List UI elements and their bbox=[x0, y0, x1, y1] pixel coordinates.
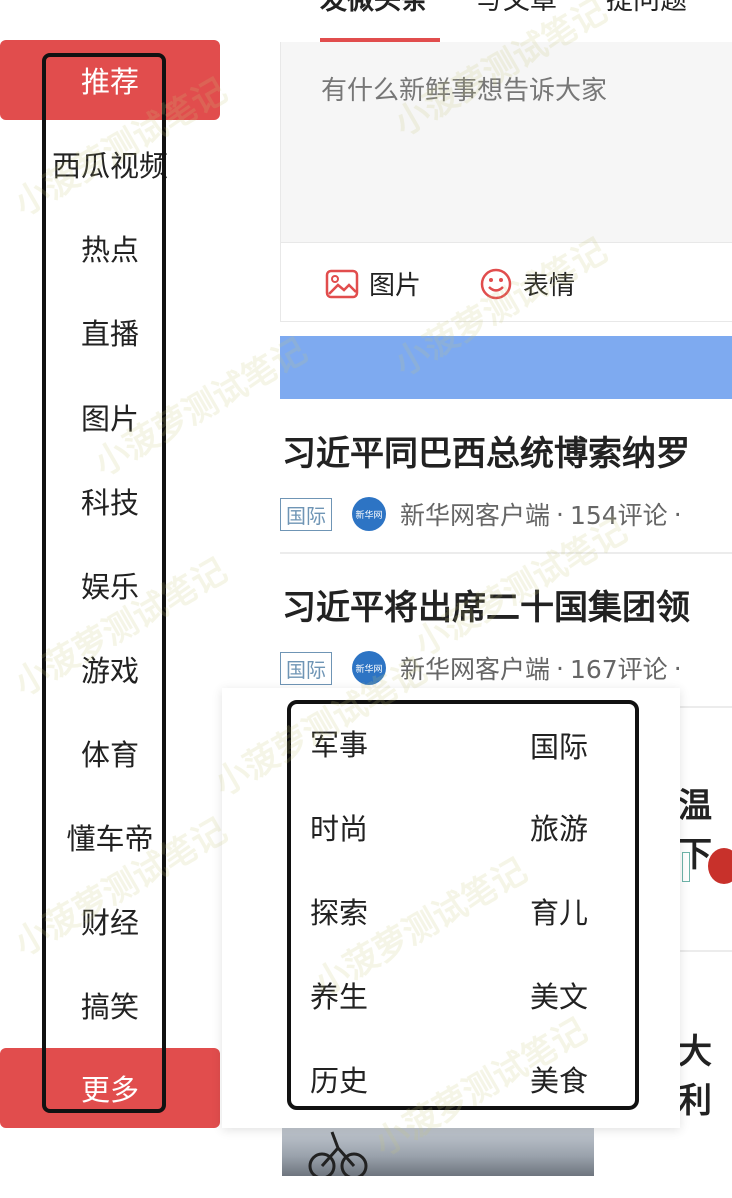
composer-toolbar: 图片 表情 bbox=[280, 242, 732, 322]
menu-highlight-box bbox=[287, 700, 639, 1110]
meta-dot: · bbox=[673, 499, 682, 529]
post-composer[interactable]: 有什么新鲜事想告诉大家 bbox=[280, 42, 732, 242]
divider bbox=[280, 552, 732, 554]
add-image-button[interactable]: 图片 bbox=[325, 265, 421, 302]
article-meta: 国际 新华网 新华网客户端 · 154评论 · bbox=[280, 496, 688, 532]
comment-count[interactable]: 154评论 bbox=[570, 496, 668, 532]
nav-highlight-box bbox=[42, 53, 166, 1113]
add-image-label: 图片 bbox=[369, 271, 422, 301]
banner-ad[interactable] bbox=[280, 336, 732, 399]
source-name[interactable]: 新华网客户端 bbox=[400, 496, 550, 532]
source-logo: 新华网 bbox=[352, 497, 386, 531]
category-tag-partial bbox=[682, 852, 690, 882]
tab-weitoutiao[interactable]: 发微头条 bbox=[320, 0, 428, 17]
emoji-icon bbox=[480, 268, 512, 299]
article-meta: 国际 新华网 新华网客户端 · 167评论 · bbox=[280, 650, 688, 686]
tab-write-article[interactable]: 写文章 bbox=[476, 0, 557, 17]
article-thumbnail[interactable] bbox=[282, 1126, 594, 1176]
composer-placeholder: 有什么新鲜事想告诉大家 bbox=[321, 76, 608, 106]
source-logo-partial bbox=[708, 848, 732, 884]
add-emoji-button[interactable]: 表情 bbox=[479, 265, 575, 302]
cyclist-image bbox=[308, 1131, 368, 1176]
source-name[interactable]: 新华网客户端 bbox=[400, 650, 550, 686]
tab-ask-question[interactable]: 提问题 bbox=[606, 0, 687, 17]
publish-tabs: 发微头条 写文章 提问题 bbox=[280, 0, 732, 43]
add-emoji-label: 表情 bbox=[523, 271, 576, 301]
source-logo: 新华网 bbox=[352, 651, 386, 685]
article-title[interactable]: 习近平同巴西总统博索纳罗 bbox=[282, 426, 690, 475]
category-tag[interactable]: 国际 bbox=[280, 497, 332, 531]
meta-dot: · bbox=[556, 499, 564, 529]
comment-count[interactable]: 167评论 bbox=[570, 650, 668, 686]
meta-dot: · bbox=[556, 653, 564, 683]
divider bbox=[680, 950, 732, 952]
toutiao-logo[interactable] bbox=[20, 0, 220, 8]
article-title-partial[interactable]: 大利 bbox=[678, 1024, 732, 1122]
meta-dot: · bbox=[673, 653, 682, 683]
image-icon bbox=[325, 269, 359, 298]
category-tag[interactable]: 国际 bbox=[280, 651, 332, 685]
article-title[interactable]: 习近平将出席二十国集团领 bbox=[282, 580, 690, 629]
